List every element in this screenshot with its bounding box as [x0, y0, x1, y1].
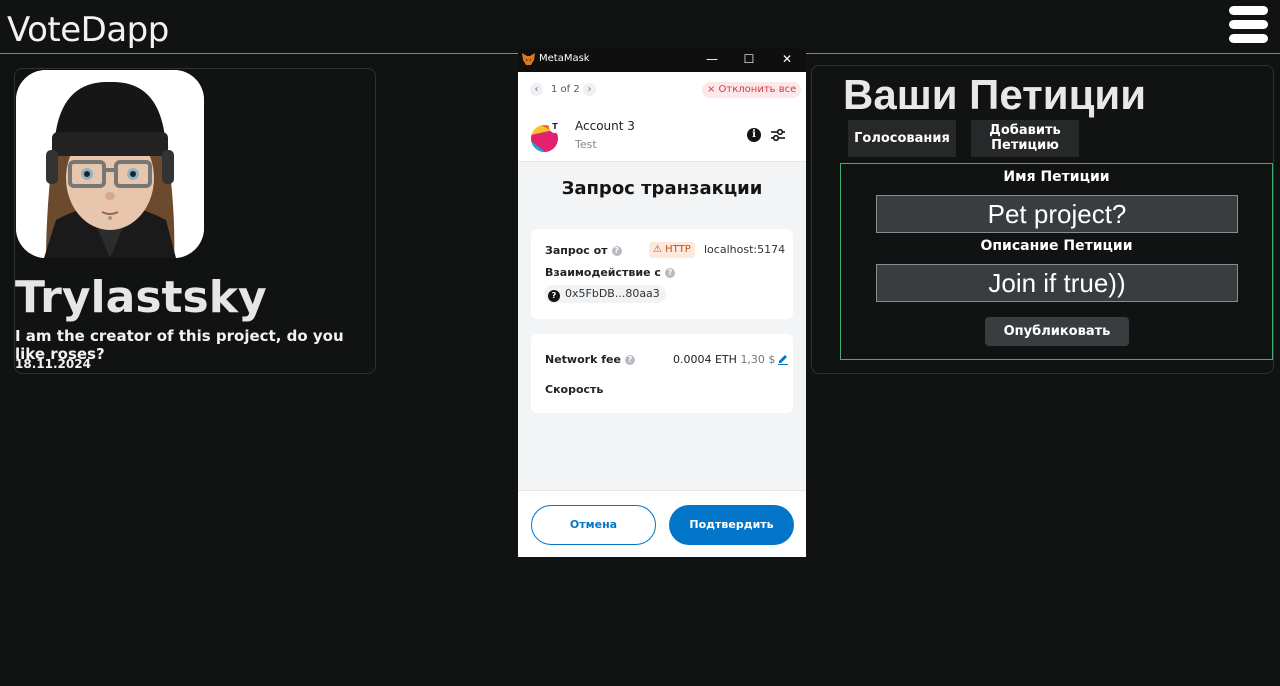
profile-date: 18.11.2024: [15, 357, 91, 371]
petition-name-label: Имя Петиции: [1003, 169, 1110, 185]
request-from-label: Запрос от: [545, 244, 608, 257]
reject-all-button[interactable]: × Отклонить все: [702, 82, 802, 98]
tab-add-line2: Петицию: [991, 138, 1059, 153]
request-card: Запрос от? ⚠ HTTP localhost:5174 Взаимод…: [531, 229, 793, 319]
network-fee-row: Network fee?: [545, 353, 635, 366]
fee-eth: 0.0004 ETH: [673, 353, 737, 366]
profile-card: Trylastsky I am the creator of this proj…: [14, 68, 376, 374]
metamask-fox-icon: [522, 53, 535, 65]
http-warning-badge: ⚠ HTTP: [649, 242, 695, 258]
contract-address: 0x5FbDB...80aa3: [565, 287, 660, 300]
hamburger-menu-icon[interactable]: [1229, 6, 1268, 43]
close-icon[interactable]: ✕: [779, 51, 795, 67]
petition-description-input[interactable]: Join if true)): [876, 264, 1238, 302]
prev-arrow-icon[interactable]: ‹: [530, 83, 543, 96]
interaction-label: Взаимодействие с: [545, 266, 661, 279]
petitions-title: Ваши Петиции: [843, 71, 1147, 118]
speed-label: Скорость: [545, 383, 604, 396]
metamask-footer: Отмена Подтвердить: [518, 490, 806, 557]
app-title: VoteDapp: [7, 10, 169, 50]
account-name: Account 3: [575, 119, 635, 133]
metamask-header: ‹ 1 of 2 › × Отклонить все T Account 3 T…: [518, 72, 806, 162]
question-icon[interactable]: ?: [624, 355, 635, 365]
account-network: Test: [575, 138, 597, 151]
edit-pencil-icon[interactable]: [777, 353, 789, 365]
petitions-panel: Ваши Петиции Голосования Добавить Петици…: [811, 65, 1274, 374]
question-icon[interactable]: ?: [611, 246, 622, 256]
profile-name: Trylastsky: [15, 272, 267, 323]
settings-sliders-icon[interactable]: [770, 127, 786, 143]
pager: 1 of 2: [551, 84, 580, 95]
petition-name-input[interactable]: Pet project?: [876, 195, 1238, 233]
cancel-button[interactable]: Отмена: [531, 505, 656, 545]
publish-button[interactable]: Опубликовать: [985, 317, 1129, 346]
question-icon[interactable]: ?: [664, 268, 675, 278]
account-badge: T: [549, 121, 561, 133]
next-arrow-icon[interactable]: ›: [583, 83, 596, 96]
maximize-icon[interactable]: ☐: [741, 51, 757, 67]
request-host: localhost:5174: [704, 243, 786, 256]
minimize-icon[interactable]: —: [704, 51, 720, 67]
metamask-window: MetaMask — ☐ ✕ ‹ 1 of 2 › × Отклонить вс…: [518, 47, 806, 557]
fee-usd: 1,30 $: [740, 353, 776, 366]
metamask-titlebar: MetaMask — ☐ ✕: [518, 47, 806, 72]
petition-description-label: Описание Петиции: [980, 238, 1133, 254]
metamask-window-title: MetaMask: [539, 53, 590, 64]
petition-form: Имя Петиции Pet project? Описание Петици…: [840, 163, 1273, 360]
request-from-row: Запрос от?: [545, 244, 622, 257]
info-icon[interactable]: i: [747, 128, 761, 142]
contract-address-pill[interactable]: ? 0x5FbDB...80aa3: [544, 285, 666, 303]
interaction-row: Взаимодействие с?: [545, 266, 675, 279]
tab-add-line1: Добавить: [989, 123, 1061, 138]
network-fee-value: 0.0004 ETH 1,30 $: [673, 353, 775, 366]
confirm-button[interactable]: Подтвердить: [669, 505, 794, 545]
http-badge-label: HTTP: [665, 244, 691, 255]
tab-votes[interactable]: Голосования: [848, 120, 956, 157]
tab-add-petition[interactable]: Добавить Петицию: [971, 120, 1079, 157]
avatar: [16, 70, 204, 258]
app-header: VoteDapp: [0, 0, 1280, 54]
transaction-request-heading: Запрос транзакции: [561, 178, 763, 199]
fee-card: Network fee? 0.0004 ETH 1,30 $ Скорость: [531, 334, 793, 413]
network-fee-label: Network fee: [545, 353, 621, 366]
unknown-contract-icon: ?: [548, 290, 560, 302]
warning-icon: ⚠: [653, 244, 666, 255]
